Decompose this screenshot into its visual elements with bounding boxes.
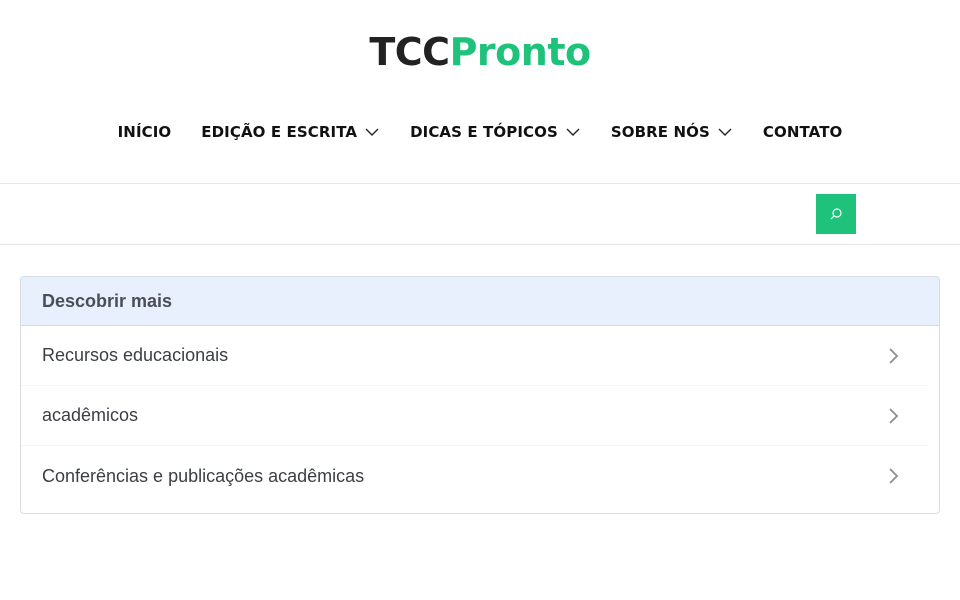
nav-item-inicio[interactable]: INÍCIO <box>118 118 172 146</box>
nav-item-label: SOBRE NÓS <box>610 123 710 141</box>
nav-item-contato[interactable]: CONTATO <box>763 118 843 146</box>
chevron-right-icon <box>889 347 899 364</box>
discover-item-recursos-educacionais[interactable]: Recursos educacionais <box>21 326 929 386</box>
chevron-down-icon <box>566 128 580 136</box>
discover-more-panel: Descobrir mais Recursos educacionais aca… <box>20 276 940 514</box>
discover-item-conferencias[interactable]: Conferências e publicações acadêmicas <box>21 446 929 506</box>
discover-item-label: Conferências e publicações acadêmicas <box>42 465 365 486</box>
discover-more-title: Descobrir mais <box>21 277 939 326</box>
nav-item-dicas-e-topicos[interactable]: DICAS E TÓPICOS <box>410 118 581 146</box>
chevron-down-icon <box>365 128 379 136</box>
logo-text-tcc: TCC <box>369 30 450 74</box>
site-header: TCCPronto INÍCIO EDIÇÃO E ESCRITA DICAS … <box>0 0 960 184</box>
nav-item-label: CONTATO <box>762 123 843 141</box>
discover-item-label: acadêmicos <box>42 405 139 425</box>
chevron-right-icon <box>889 468 899 484</box>
search-bar <box>0 184 960 245</box>
discover-item-academicos[interactable]: acadêmicos <box>21 386 929 446</box>
nav-item-edicao-e-escrita[interactable]: EDIÇÃO E ESCRITA <box>201 118 380 146</box>
site-logo[interactable]: TCCPronto <box>0 28 960 76</box>
nav-item-label: INÍCIO <box>117 123 172 141</box>
chevron-right-icon <box>889 407 899 424</box>
logo-text-pronto: Pronto <box>449 30 592 74</box>
search-button[interactable] <box>816 194 856 234</box>
discover-item-label: Recursos educacionais <box>42 345 229 365</box>
nav-item-label: EDIÇÃO E ESCRITA <box>201 123 358 141</box>
search-icon <box>830 208 842 220</box>
chevron-down-icon <box>718 128 732 136</box>
nav-item-sobre-nos[interactable]: SOBRE NÓS <box>611 118 733 146</box>
nav-item-label: DICAS E TÓPICOS <box>410 123 558 141</box>
main-nav: INÍCIO EDIÇÃO E ESCRITA DICAS E TÓPICOS … <box>0 118 960 146</box>
